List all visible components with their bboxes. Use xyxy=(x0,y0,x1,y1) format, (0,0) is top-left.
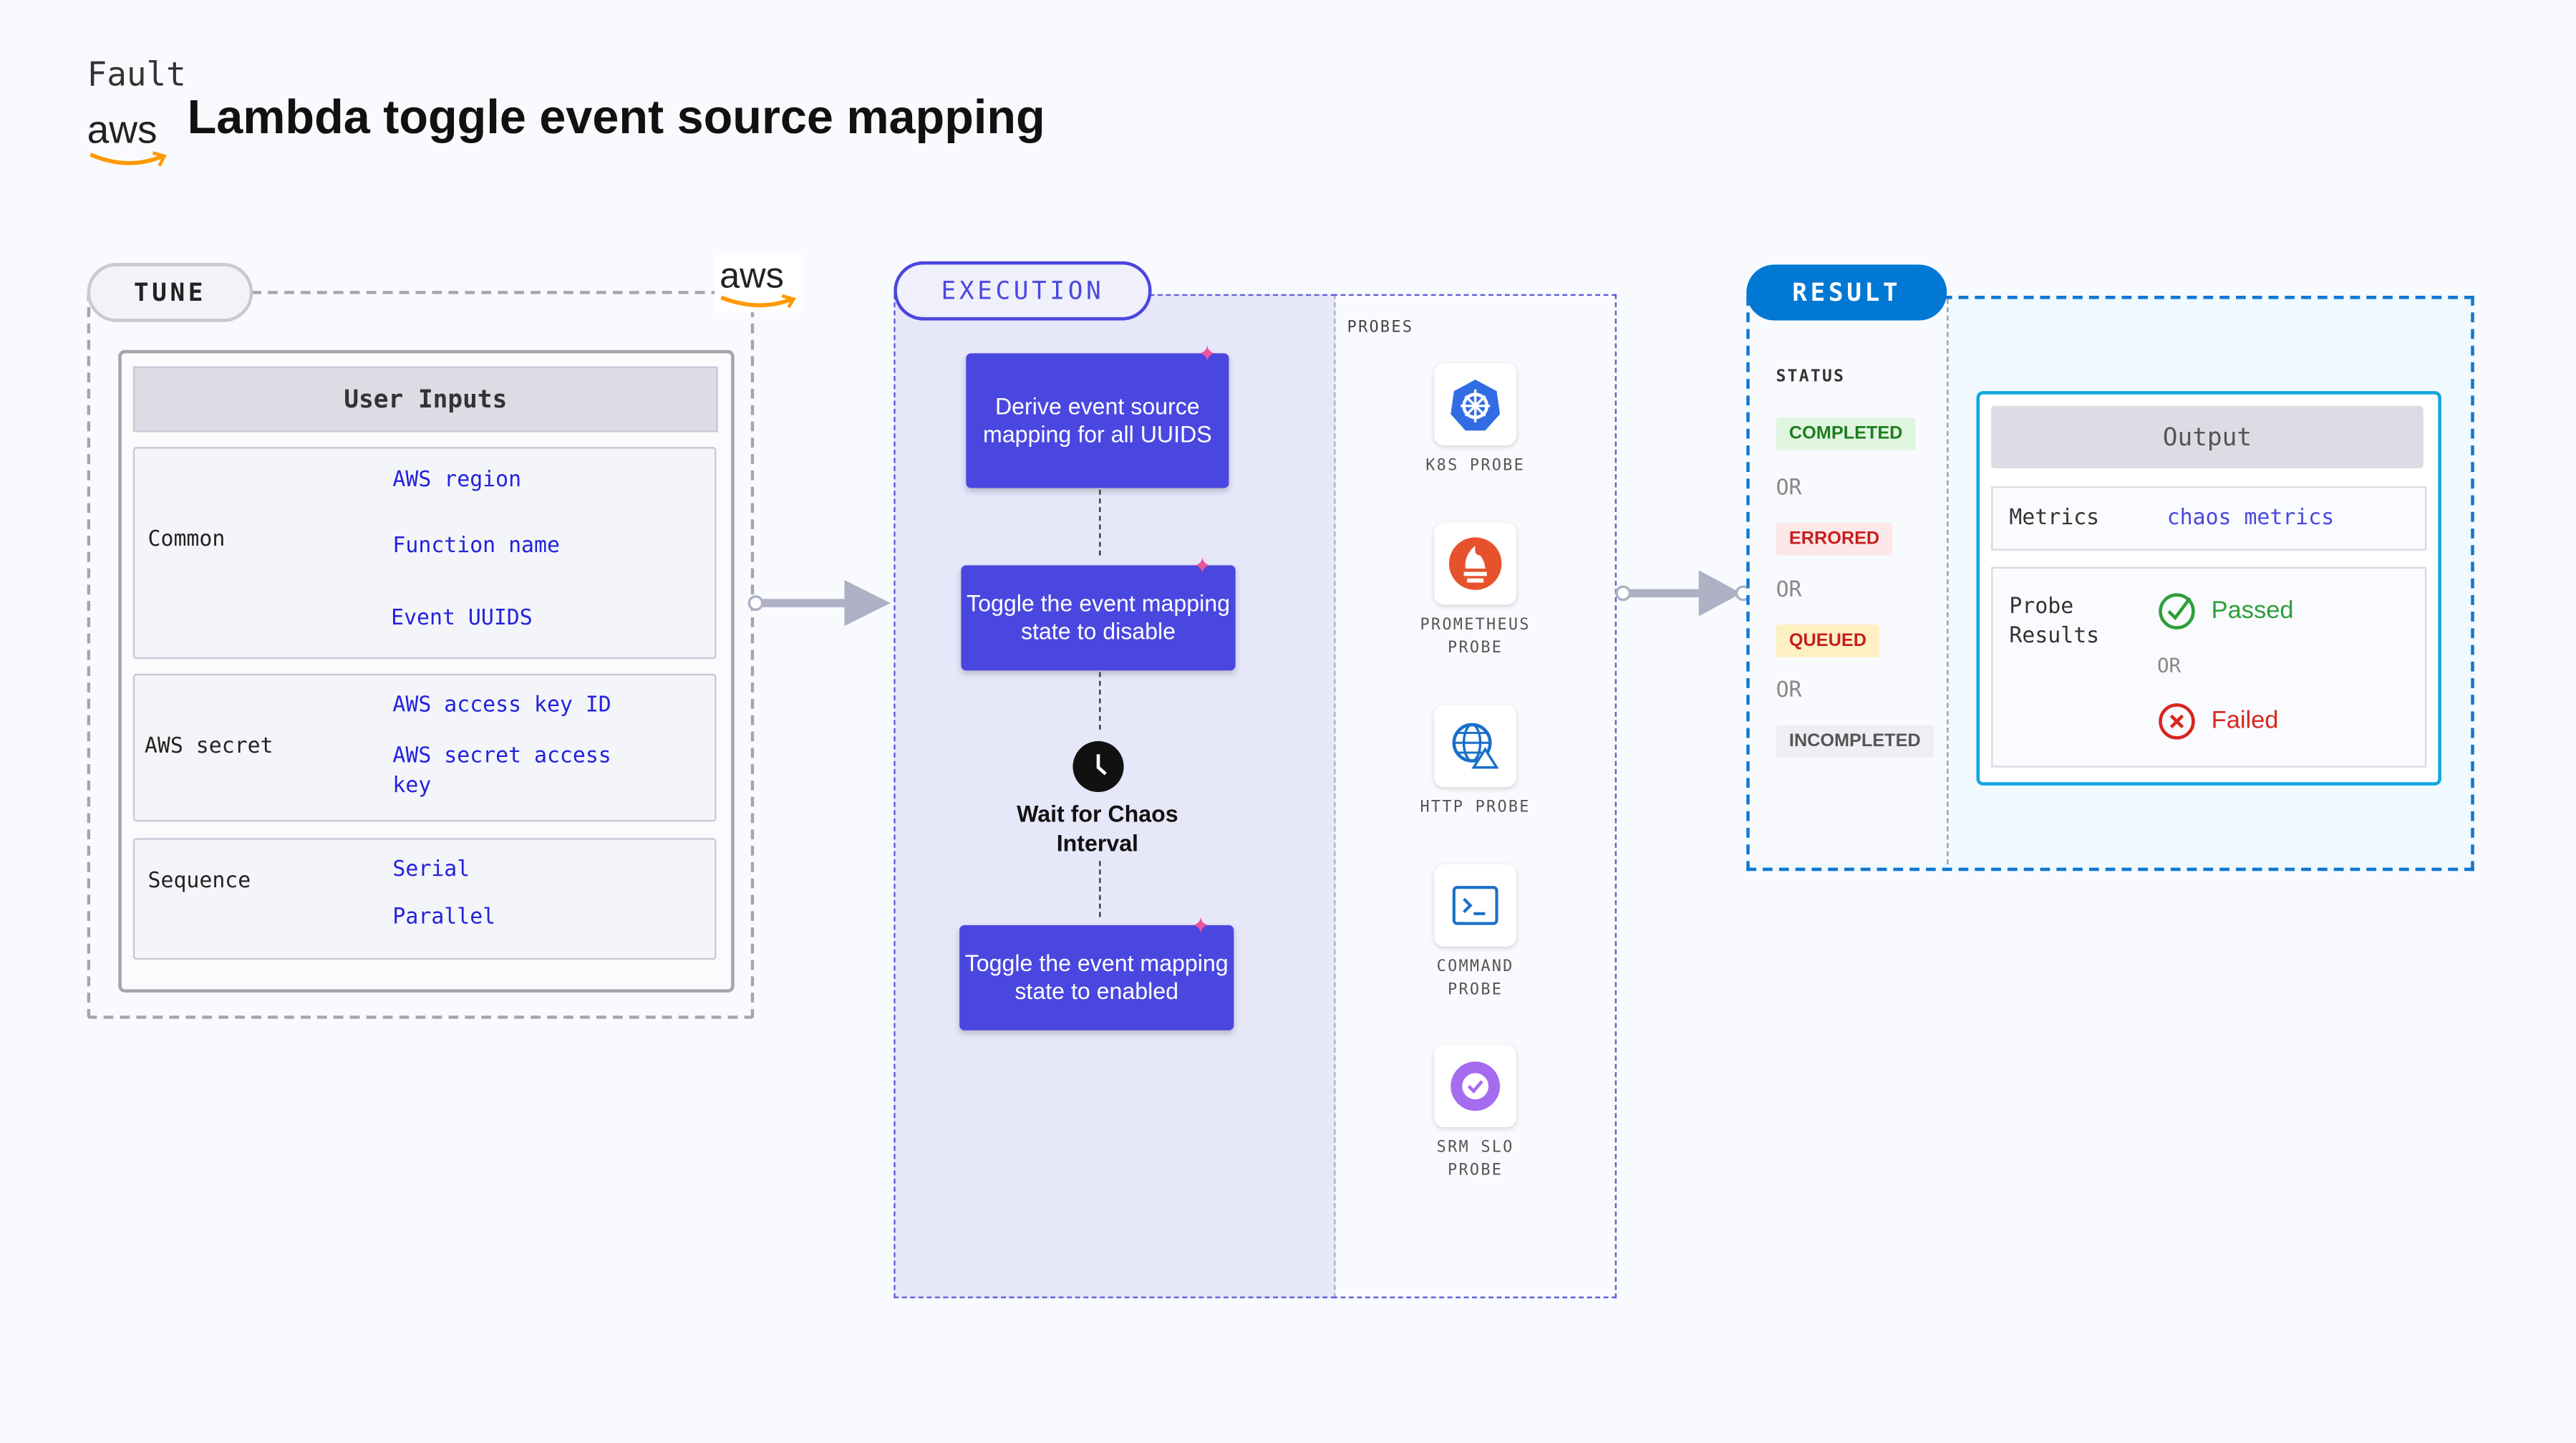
arrow-tune-to-execution xyxy=(747,580,891,627)
probe-results-row: Probe Results Passed OR Failed xyxy=(1991,566,2427,768)
terminal-icon xyxy=(1434,864,1517,947)
group-label: Sequence xyxy=(147,869,251,894)
result-label: RESULT xyxy=(1746,264,1947,321)
input-group-aws-secret: AWS secret AWS access key ID AWS secret … xyxy=(132,673,717,822)
probe-failed: Failed xyxy=(2211,706,2279,735)
page-title: Lambda toggle event source mapping xyxy=(187,92,1045,145)
x-circle-icon xyxy=(2159,703,2195,740)
clock-icon xyxy=(1072,740,1124,793)
globe-icon xyxy=(1434,705,1517,788)
input-function-name: Function name xyxy=(392,534,560,559)
execution-label: EXECUTION xyxy=(894,261,1152,321)
user-inputs-title: User Inputs xyxy=(132,366,718,433)
chaos-icon: ✦ xyxy=(1191,912,1211,939)
metrics-row: Metrics chaos metrics xyxy=(1991,486,2427,551)
input-access-key-id: AWS access key ID xyxy=(392,693,611,718)
output-title: Output xyxy=(1991,405,2424,468)
or-text: OR xyxy=(1776,476,1802,501)
status-queued: QUEUED xyxy=(1776,624,1880,657)
probe-http: HTTP PROBE xyxy=(1388,705,1562,820)
or-text: OR xyxy=(2156,654,2182,677)
step-toggle-enable: Toggle the event mapping state to enable… xyxy=(959,925,1234,1031)
or-text: OR xyxy=(1776,678,1802,704)
group-label: Common xyxy=(147,527,226,553)
connector xyxy=(1099,489,1101,556)
status-completed: COMPLETED xyxy=(1776,417,1916,450)
metrics-label: Metrics xyxy=(2009,506,2100,531)
input-event-uuids: Event UUIDS xyxy=(391,606,533,632)
probe-command: COMMAND PROBE xyxy=(1388,864,1562,1003)
tune-label: TUNE xyxy=(87,263,253,322)
arrow-execution-to-result xyxy=(1615,570,1751,617)
aws-logo-tune: aws xyxy=(715,254,804,312)
prometheus-icon xyxy=(1434,522,1517,605)
connector xyxy=(1099,672,1101,730)
step-toggle-disable: Toggle the event mapping state to disabl… xyxy=(961,565,1236,671)
aws-logo: aws xyxy=(87,111,170,168)
input-serial: Serial xyxy=(392,857,470,883)
probe-prometheus: PROMETHEUS PROBE xyxy=(1388,522,1562,661)
step-derive-mapping: Derive event source mapping for all UUID… xyxy=(966,353,1229,488)
step-wait-chaos-interval: Wait for Chaos Interval xyxy=(1017,800,1178,856)
chaos-icon: ✦ xyxy=(1192,552,1212,579)
input-group-common: Common AWS region Function name Event UU… xyxy=(132,447,717,660)
kubernetes-icon xyxy=(1434,363,1517,445)
group-label: AWS secret xyxy=(144,734,273,760)
chaos-icon: ✦ xyxy=(1197,340,1217,367)
connector xyxy=(1099,861,1101,917)
or-text: OR xyxy=(1776,578,1802,604)
slo-icon xyxy=(1434,1045,1517,1128)
input-parallel: Parallel xyxy=(392,905,496,930)
input-group-sequence: Sequence Serial Parallel xyxy=(132,838,717,960)
probe-srm-slo: SRM SLO PROBE xyxy=(1388,1045,1562,1183)
status-errored: ERRORED xyxy=(1776,522,1893,556)
probe-k8s: K8S PROBE xyxy=(1388,363,1562,478)
probe-results-label: Probe Results xyxy=(2009,594,2100,650)
input-secret-access-key: AWS secret access key xyxy=(392,744,611,799)
fault-category: Fault xyxy=(87,54,186,94)
probe-passed: Passed xyxy=(2211,596,2294,624)
input-aws-region: AWS region xyxy=(392,468,522,493)
metrics-value: chaos metrics xyxy=(2166,506,2335,531)
check-circle-icon xyxy=(2159,593,2195,629)
status-label: STATUS xyxy=(1776,368,1846,387)
status-incompleted: INCOMPLETED xyxy=(1776,724,1935,758)
probes-label: PROBES xyxy=(1347,319,1414,337)
